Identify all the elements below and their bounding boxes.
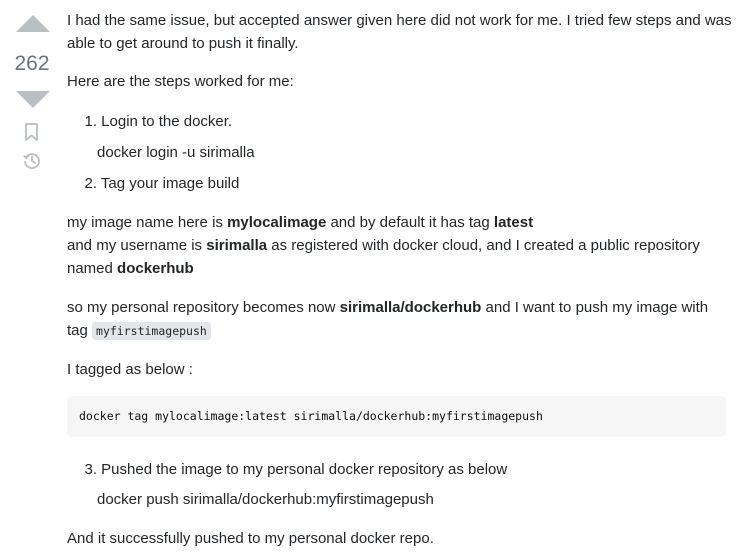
vote-count: 262	[14, 52, 50, 75]
history-icon[interactable]	[22, 151, 42, 171]
inline-code: myfirstimagepush	[92, 322, 211, 340]
login-command: docker login -u sirimalla	[97, 144, 255, 161]
text-span: my image name here is	[67, 214, 228, 231]
steps-heading: Here are the steps worked for me:	[67, 73, 294, 90]
intro-line-2: able to get around to push it finally.	[67, 35, 299, 52]
text-span: tag	[67, 322, 93, 339]
list-number: 1.	[84, 113, 97, 130]
text-span: so my personal repository becomes now	[67, 299, 340, 316]
upvote-arrow-icon[interactable]	[16, 15, 50, 32]
list-item-text: Tag your image build	[100, 175, 240, 192]
tagged-as-text: I tagged as below :	[67, 361, 193, 378]
list-item-text: Pushed the image to my personal docker r…	[101, 461, 508, 478]
list-item-text: Login to the docker.	[101, 113, 233, 130]
bold-text: mylocalimage	[227, 214, 327, 231]
text-span: and by default it has tag	[326, 214, 494, 231]
paragraph-line: and my username is sirimalla as register…	[67, 234, 700, 257]
list-item: 1. Login to the docker.	[67, 110, 232, 133]
list-item: 3. Pushed the image to my personal docke…	[67, 458, 507, 481]
paragraph-line: my image name here is mylocalimage and b…	[67, 211, 533, 234]
bold-text: dockerhub	[117, 260, 194, 277]
code-block: docker tag mylocalimage:latest sirimalla…	[67, 396, 726, 437]
intro-line-1: I had the same issue, but accepted answe…	[67, 12, 732, 29]
paragraph-line: so my personal repository becomes now si…	[67, 296, 708, 319]
text-span: as registered with docker cloud, and I c…	[267, 237, 700, 254]
list-number: 2.	[84, 175, 97, 192]
bold-text: sirimalla	[206, 237, 268, 254]
text-span: and my username is	[67, 237, 207, 254]
push-command: docker push sirimalla/dockerhub:myfirsti…	[97, 491, 434, 508]
list-item: 2. Tag your image build	[67, 172, 239, 195]
text-span: named	[67, 260, 118, 277]
downvote-arrow-icon[interactable]	[16, 91, 50, 108]
bold-text: latest	[493, 214, 534, 231]
closing-text: And it successfully pushed to my persona…	[67, 530, 434, 547]
text-span: and I want to push my image with	[481, 299, 709, 316]
bold-text: sirimalla/dockerhub	[339, 299, 482, 316]
paragraph-line: tag myfirstimagepush	[67, 319, 211, 343]
bookmark-icon[interactable]	[24, 123, 40, 141]
paragraph-line: named dockerhub	[67, 257, 194, 280]
list-number: 3.	[84, 461, 97, 478]
